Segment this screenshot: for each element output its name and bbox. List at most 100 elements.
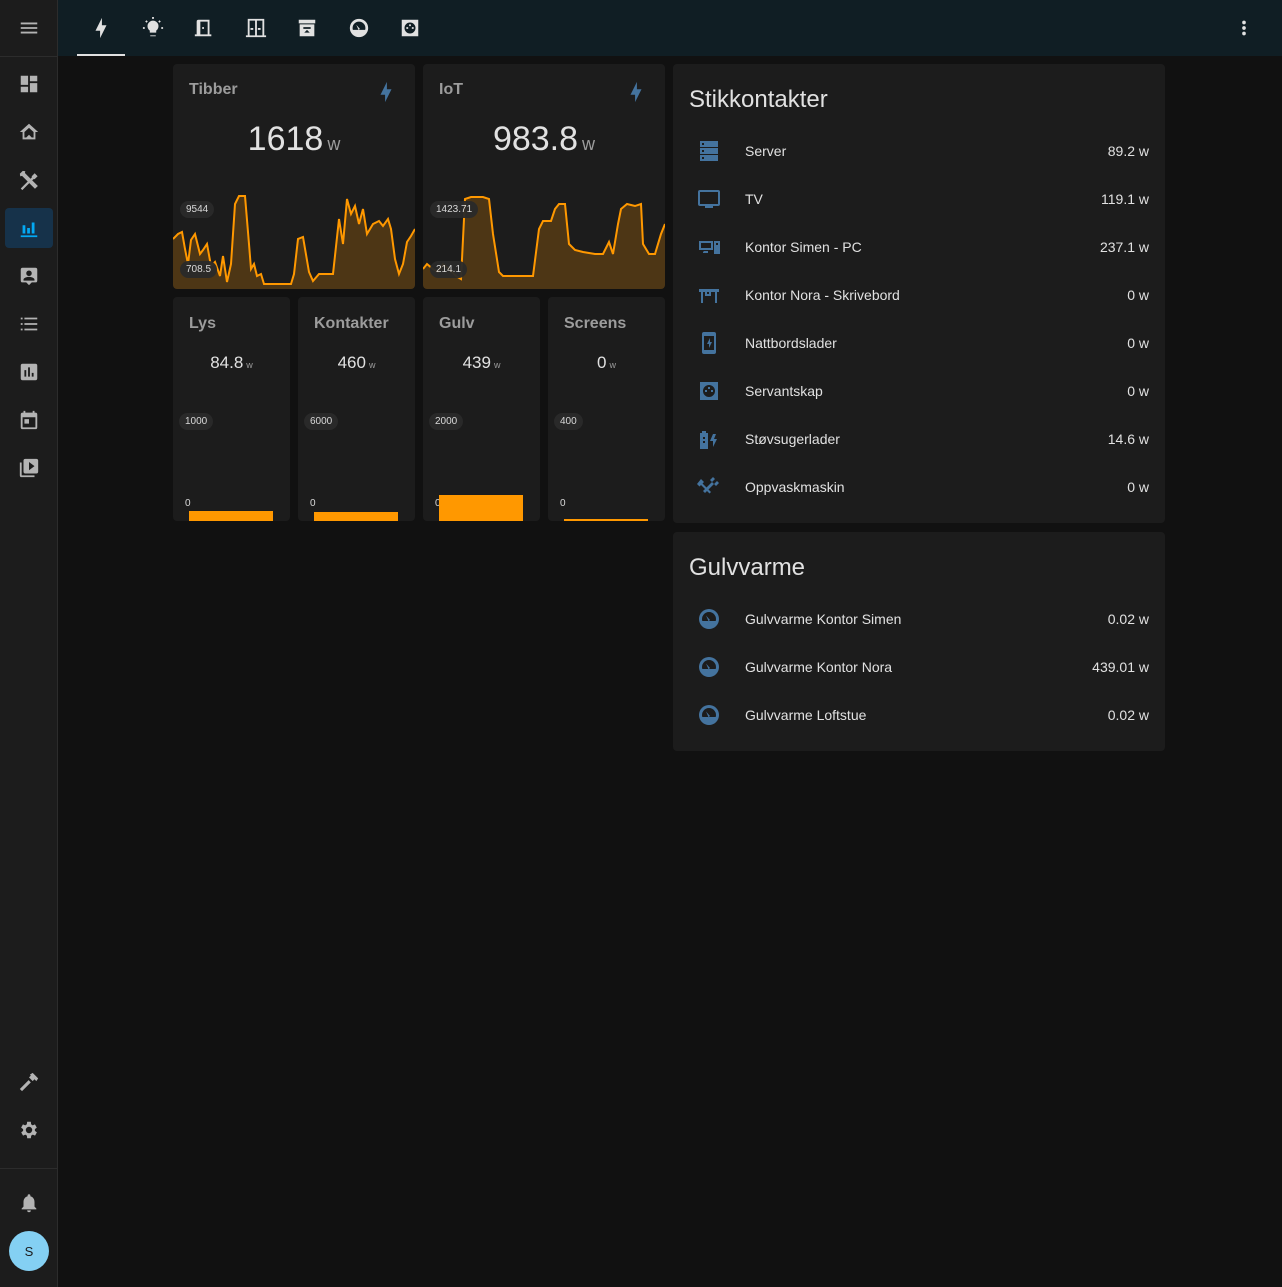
- dishwasher-icon: [697, 477, 719, 494]
- iot-card[interactable]: IoT 983.8 w 1423.71 214.1: [423, 64, 665, 289]
- power-socket-icon: [700, 382, 718, 400]
- gauge-icon: [699, 705, 719, 725]
- tibber-sparkline: [173, 195, 415, 289]
- sidebar-divider: [0, 56, 58, 57]
- battery-charging-icon: [700, 431, 717, 449]
- energy-chart-icon[interactable]: [5, 208, 53, 248]
- power-value: 84.8 w: [210, 353, 253, 372]
- tab-heating[interactable]: [334, 0, 384, 56]
- entity-value: 439.01 w: [1092, 659, 1149, 675]
- phone-charging-icon: [702, 332, 716, 354]
- door-icon: [194, 19, 212, 37]
- entity-value: 0 w: [1127, 479, 1149, 495]
- lightning-icon: [95, 17, 107, 39]
- chart-max-label: 1000: [179, 413, 214, 430]
- gauge-icon: [699, 609, 719, 629]
- home-icon[interactable]: [5, 112, 53, 152]
- entity-name: Gulvvarme Loftstue: [745, 707, 867, 723]
- card-title: Kontakter: [314, 315, 389, 332]
- tab-windows[interactable]: [231, 0, 281, 56]
- power-value: 460 w: [337, 353, 376, 372]
- lys-card[interactable]: Lys 84.8 w 1000 0: [173, 297, 290, 521]
- power-bar: [564, 519, 648, 521]
- tibber-card[interactable]: Tibber 1618 w 9544 708.5: [173, 64, 415, 289]
- archive-icon: [298, 19, 316, 37]
- entity-name: TV: [745, 191, 763, 207]
- entity-name: Gulvvarme Kontor Simen: [745, 611, 902, 627]
- entity-name: Støvsugerlader: [745, 431, 840, 447]
- entity-row[interactable]: Server 89.2 w: [689, 131, 1149, 171]
- power-socket-icon: [401, 19, 419, 37]
- gulv-card[interactable]: Gulv 439 w 2000 0: [423, 297, 540, 521]
- card-title: Gulvvarme: [689, 554, 806, 581]
- tools-icon[interactable]: [5, 160, 53, 200]
- lightbulb-icon: [142, 17, 164, 37]
- chart-max-label: 1423.71: [430, 201, 479, 218]
- overflow-menu-button[interactable]: [1232, 16, 1256, 40]
- stikkontakter-card: Stikkontakter Server 89.2 w TV 119.1 w K…: [673, 64, 1165, 523]
- card-title: Screens: [564, 315, 627, 332]
- iot-sparkline: [423, 196, 665, 289]
- entity-value: 0.02 w: [1107, 707, 1149, 723]
- power-value: 0w: [597, 353, 616, 372]
- bell-icon[interactable]: [5, 1183, 53, 1223]
- contacts-icon[interactable]: [5, 256, 53, 296]
- tab-doors[interactable]: [179, 0, 229, 56]
- desktop-pc-icon: [699, 241, 720, 254]
- entity-row[interactable]: Kontor Nora - Skrivebord 0 w: [689, 275, 1149, 315]
- entity-name: Gulvvarme Kontor Nora: [745, 659, 893, 675]
- server-icon: [700, 141, 718, 161]
- tab-sockets[interactable]: [385, 0, 435, 56]
- card-title: Stikkontakter: [689, 86, 828, 113]
- entity-row[interactable]: Støvsugerlader 14.6 w: [689, 419, 1149, 459]
- chart-min-label: 214.1: [430, 261, 468, 278]
- entity-value: 0 w: [1127, 287, 1149, 303]
- entity-name: Server: [745, 143, 787, 159]
- entity-row[interactable]: Gulvvarme Loftstue 0.02 w: [689, 695, 1149, 735]
- gauge-icon: [699, 657, 719, 677]
- tab-energy[interactable]: [76, 0, 126, 56]
- power-value: 439 w: [462, 353, 501, 372]
- tab-lights[interactable]: [128, 0, 178, 56]
- media-icon[interactable]: [5, 448, 53, 488]
- power-bar: [189, 511, 273, 521]
- entity-name: Nattbordslader: [745, 335, 837, 351]
- kontakter-card[interactable]: Kontakter 460 w 6000 0: [298, 297, 415, 521]
- dots-vertical-icon: [1242, 20, 1246, 36]
- hammer-icon[interactable]: [5, 1062, 53, 1102]
- window-icon: [245, 18, 267, 38]
- tv-icon: [698, 190, 720, 208]
- entity-name: Kontor Nora - Skrivebord: [745, 287, 900, 303]
- entity-row[interactable]: Servantskap 0 w: [689, 371, 1149, 411]
- history-icon[interactable]: [5, 352, 53, 392]
- entity-row[interactable]: Gulvvarme Kontor Simen 0.02 w: [689, 599, 1149, 639]
- chart-max-label: 9544: [180, 201, 215, 218]
- avatar[interactable]: S: [9, 1231, 49, 1271]
- power-bar: [314, 512, 398, 521]
- gauge-icon: [349, 18, 369, 38]
- tab-archive[interactable]: [282, 0, 332, 56]
- dashboard-icon[interactable]: [5, 64, 53, 104]
- power-bar: [439, 495, 523, 521]
- entity-value: 119.1 w: [1101, 191, 1149, 207]
- entity-value: 0.02 w: [1107, 611, 1149, 627]
- screens-card[interactable]: Screens 0w 400 0: [548, 297, 665, 521]
- entity-row[interactable]: Gulvvarme Kontor Nora 439.01 w: [689, 647, 1149, 687]
- entity-row[interactable]: Oppvaskmaskin 0 w: [689, 467, 1149, 507]
- card-title: Gulv: [439, 315, 475, 332]
- entity-name: Kontor Simen - PC: [745, 239, 862, 255]
- top-bar: [58, 0, 1282, 56]
- chart-max-label: 2000: [429, 413, 464, 430]
- entity-row[interactable]: Kontor Simen - PC 237.1 w: [689, 227, 1149, 267]
- calendar-icon[interactable]: [5, 400, 53, 440]
- sidebar: S: [0, 0, 58, 1287]
- desk-icon: [699, 289, 719, 303]
- entity-name: Oppvaskmaskin: [745, 479, 845, 495]
- gulvvarme-card: Gulvvarme Gulvvarme Kontor Simen 0.02 w …: [673, 532, 1165, 751]
- menu-icon[interactable]: [5, 8, 53, 48]
- gear-icon[interactable]: [5, 1110, 53, 1150]
- entity-row[interactable]: TV 119.1 w: [689, 179, 1149, 219]
- entity-row[interactable]: Nattbordslader 0 w: [689, 323, 1149, 363]
- list-icon[interactable]: [5, 304, 53, 344]
- chart-min-label: 0: [310, 498, 316, 509]
